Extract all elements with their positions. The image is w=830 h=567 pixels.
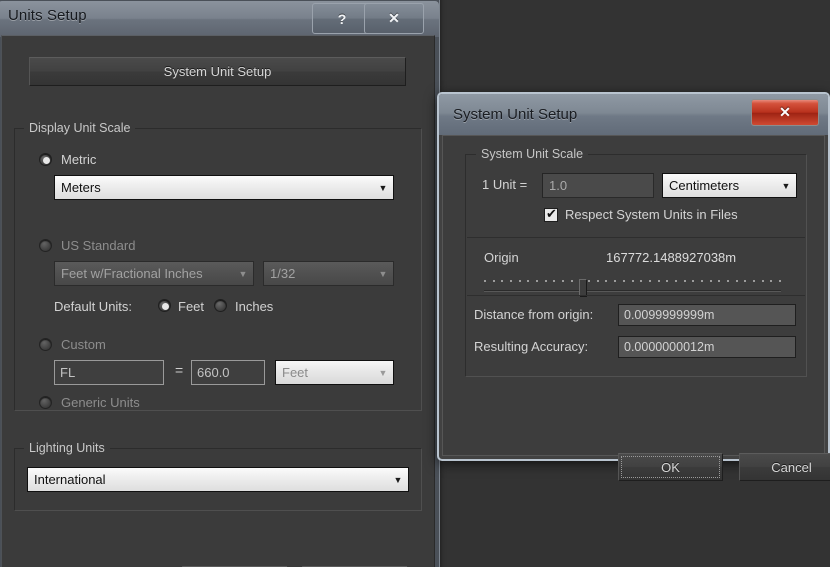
lighting-units-group: Lighting Units International ▼ [14,441,422,511]
us-standard-fraction-dropdown[interactable]: 1/32 ▼ [263,261,394,286]
close-icon[interactable]: ✕ [364,3,424,34]
system-unit-scale-outer-group: System Unit Scale 1 Unit = 1.0 Centimete… [465,147,807,377]
respect-system-units-label: Respect System Units in Files [565,207,738,222]
system-unit-value: Centimeters [669,178,740,193]
lighting-units-value: International [34,472,106,487]
system-unit-setup-title: System Unit Setup [453,106,578,123]
custom-amount-value: 660.0 [197,365,230,380]
metric-unit-dropdown[interactable]: Meters ▼ [54,175,394,200]
ok-button[interactable]: OK [618,453,723,481]
divider [467,295,805,296]
one-unit-input[interactable]: 1.0 [542,173,654,198]
units-setup-body: System Unit Setup Display Unit Scale Met… [1,35,435,567]
radio-us-standard-label: US Standard [61,238,136,253]
units-setup-window: Units Setup ? ✕ System Unit Setup Displa… [0,0,440,567]
us-standard-format-dropdown[interactable]: Feet w/Fractional Inches ▼ [54,261,254,286]
lighting-units-label: Lighting Units [24,441,110,455]
units-setup-title: Units Setup [8,7,87,24]
origin-value: 167772.1488927038m [606,250,737,265]
radio-metric-label: Metric [61,152,97,167]
radio-default-inches[interactable] [214,299,227,312]
radio-default-inches-label: Inches [235,299,274,314]
us-standard-format-value: Feet w/Fractional Inches [61,266,203,281]
custom-unit-value: Feet [282,365,309,380]
cancel-button[interactable]: Cancel [739,453,830,481]
system-unit-dropdown[interactable]: Centimeters ▼ [662,173,797,198]
respect-system-units-checkbox[interactable] [544,206,558,222]
radio-metric[interactable] [39,153,52,166]
chevron-down-icon: ▼ [378,182,388,193]
us-standard-fraction-value: 1/32 [270,266,296,281]
custom-equals-label: = [175,362,184,378]
help-button[interactable]: ? [312,3,372,34]
system-unit-setup-window: System Unit Setup ✕ System Unit Scale 1 … [437,92,830,481]
custom-amount-input[interactable]: 660.0 [191,360,265,385]
system-unit-setup-body: System Unit Scale 1 Unit = 1.0 Centimete… [442,135,830,481]
origin-slider-ticks [484,280,781,286]
resulting-accuracy-value-field: 0.0000000012m [618,336,796,358]
chevron-down-icon: ▼ [378,268,388,279]
radio-custom-label: Custom [61,337,106,352]
distance-from-origin-label: Distance from origin: [474,307,594,322]
screen: Units Setup ? ✕ System Unit Setup Displa… [0,0,830,567]
chevron-down-icon: ▼ [238,268,248,279]
radio-default-feet[interactable] [158,299,171,312]
custom-name-input[interactable]: FL [54,360,164,385]
radio-default-feet-label: Feet [178,299,205,314]
distance-from-origin-value: 0.0099999999m [624,308,715,322]
distance-from-origin-value-field: 0.0099999999m [618,304,796,326]
divider [467,237,805,238]
custom-unit-dropdown[interactable]: Feet ▼ [275,360,394,385]
radio-us-standard[interactable] [39,239,52,252]
chevron-down-icon: ▼ [781,180,791,191]
lighting-units-dropdown[interactable]: International ▼ [27,467,409,492]
one-unit-label: 1 Unit = [482,177,528,192]
display-unit-scale-label: Display Unit Scale [24,121,136,135]
resulting-accuracy-value: 0.0000000012m [624,340,715,354]
display-unit-scale-group: Display Unit Scale Metric Meters ▼ US St… [14,121,422,411]
resulting-accuracy-label: Resulting Accuracy: [474,339,589,354]
radio-generic-units[interactable] [39,396,52,409]
origin-label: Origin [484,250,519,265]
close-icon[interactable]: ✕ [751,99,819,126]
default-units-label: Default Units: [54,299,133,314]
system-unit-scale-label: System Unit Scale [476,147,589,161]
custom-name-value: FL [60,365,76,380]
chevron-down-icon: ▼ [378,367,388,378]
metric-unit-value: Meters [61,180,101,195]
chevron-down-icon: ▼ [393,474,403,485]
one-unit-value: 1.0 [549,178,568,193]
system-unit-setup-button[interactable]: System Unit Setup [29,57,406,86]
origin-slider-track [484,290,781,292]
radio-generic-units-label: Generic Units [61,395,140,410]
radio-custom[interactable] [39,338,52,351]
